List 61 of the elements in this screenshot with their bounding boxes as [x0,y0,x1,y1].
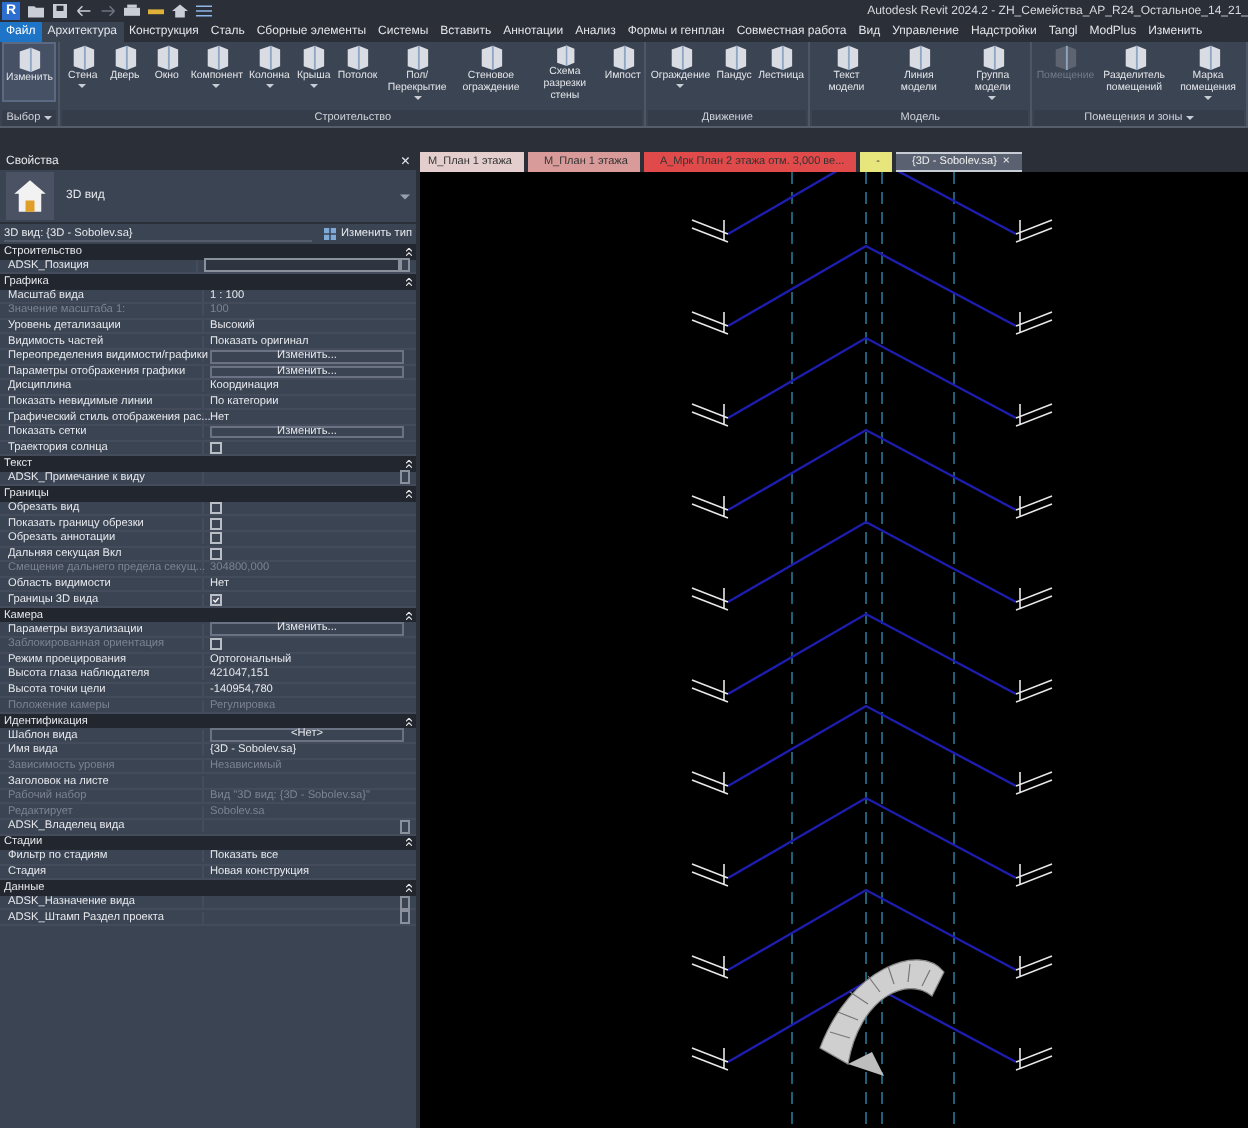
tool-icon [300,44,327,70]
caret-icon [400,193,410,199]
close-button[interactable]: × [400,152,410,170]
caret-icon[interactable] [44,115,53,120]
grid-icon [324,228,337,240]
tool-icon [979,44,1006,70]
tool-icon [404,44,431,70]
parameter-toggle[interactable] [400,258,410,273]
tool-icon [344,44,371,70]
collapse-icon[interactable] [406,717,412,726]
print-icon[interactable] [124,4,140,18]
tool-icon [721,44,748,70]
save-icon[interactable] [52,4,68,18]
tool-icon [609,44,636,70]
tool-icon [478,44,504,70]
ruler-icon[interactable] [148,4,164,18]
caret-icon [78,84,87,88]
open-folder-icon[interactable] [28,4,44,18]
collapse-icon[interactable] [406,838,412,847]
input-field[interactable] [204,258,400,273]
caret-icon [676,84,685,88]
redo-icon[interactable] [100,4,116,18]
tool-icon [551,44,578,66]
tool-icon [667,44,694,70]
staircase-drawing [819,959,945,1076]
tool-icon [16,46,43,72]
caret-icon[interactable] [1186,115,1195,120]
checkbox[interactable] [210,502,222,515]
undo-icon[interactable] [76,4,92,18]
tool-icon [768,44,795,70]
checkbox[interactable] [210,593,222,606]
collapse-icon[interactable] [406,884,412,893]
caret-icon [265,84,274,88]
caret-icon [212,84,221,88]
collapse-icon[interactable] [406,489,412,498]
tool-icon [256,44,283,70]
tool-icon [153,44,180,70]
tool-icon [1195,44,1222,70]
collapse-icon[interactable] [406,247,412,256]
tool-icon [69,44,96,70]
tool-icon [833,44,860,70]
checkbox[interactable] [210,532,222,545]
tool-icon [905,44,932,70]
checkbox[interactable] [210,547,222,560]
list-icon[interactable] [196,4,212,18]
caret-icon [1204,96,1213,100]
tool-icon [203,44,230,70]
caret-icon [309,84,318,88]
collapse-icon[interactable] [406,459,412,468]
checkbox[interactable] [210,517,222,530]
tool-icon [111,44,138,70]
collapse-icon[interactable] [406,277,412,286]
house-icon[interactable] [172,4,188,18]
checkbox[interactable] [210,441,222,454]
caret-icon [413,96,422,100]
tool-icon [1121,44,1148,70]
house-icon [6,172,54,220]
caret-icon [988,96,997,100]
parameter-toggle[interactable] [400,470,410,485]
collapse-icon[interactable] [406,611,412,620]
parameter-toggle[interactable] [400,819,410,834]
